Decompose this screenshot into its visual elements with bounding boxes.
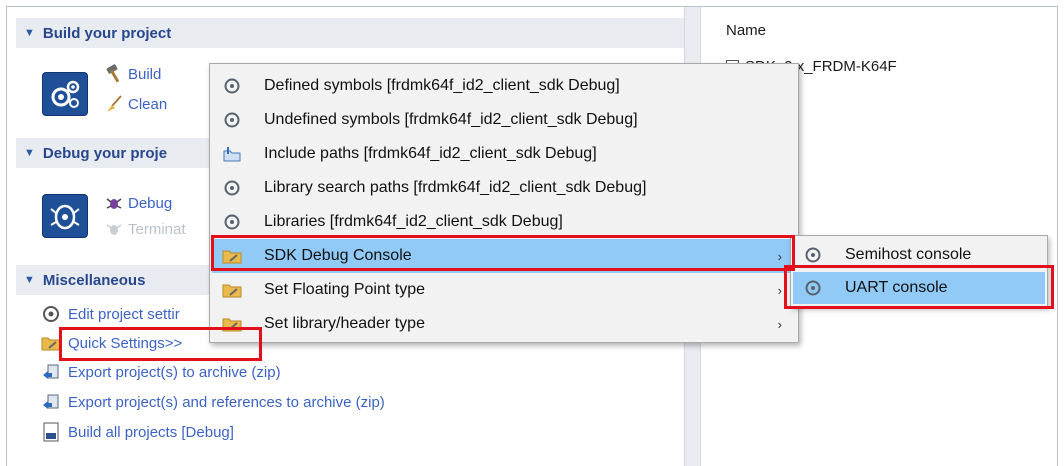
export-references-link[interactable]: Export project(s) and references to arch… [40, 391, 385, 413]
menu-item-label: Set Floating Point type [264, 281, 425, 298]
settings-gear-icon [803, 245, 823, 265]
bug-icon [104, 193, 124, 213]
terminate-action[interactable]: Terminat [104, 219, 186, 239]
export-archive-link[interactable]: Export project(s) to archive (zip) [40, 361, 281, 383]
menu-item-label: Library search paths [frdmk64f_id2_clien… [264, 179, 647, 196]
submenu-item-label: UART console [845, 279, 948, 296]
folder-wrench-icon [40, 333, 62, 353]
folder-wrench-icon [222, 246, 242, 266]
export-icon [40, 392, 62, 412]
misc-label: Export project(s) to archive (zip) [68, 363, 281, 381]
binary-file-icon [40, 422, 62, 442]
menu-item-library-header-type[interactable]: Set library/header type › [212, 307, 796, 341]
submenu-item-semihost-console[interactable]: Semihost console [793, 239, 1045, 271]
menu-item-label: Libraries [frdmk64f_id2_client_sdk Debug… [264, 213, 563, 230]
settings-gear-icon [222, 178, 242, 198]
menu-item-label: Include paths [frdmk64f_id2_client_sdk D… [264, 145, 597, 162]
terminate-icon [104, 219, 124, 239]
export-icon [40, 362, 62, 382]
menu-item-library-search-paths[interactable]: Library search paths [frdmk64f_id2_clien… [212, 171, 796, 205]
submenu: Semihost console UART console [790, 235, 1048, 307]
settings-gear-icon [222, 110, 242, 130]
menu-item-label: SDK Debug Console [264, 247, 412, 264]
terminate-label: Terminat [128, 220, 186, 238]
menu-item-floating-point[interactable]: Set Floating Point type › [212, 273, 796, 307]
submenu-arrow-icon: › [777, 282, 782, 298]
include-path-icon [222, 144, 242, 164]
misc-label: Quick Settings>> [68, 334, 183, 352]
folder-wrench-icon [222, 314, 242, 334]
build-action[interactable]: Build [104, 64, 161, 84]
collapse-triangle-icon[interactable]: ▼ [24, 274, 35, 286]
project-settings-icon [40, 304, 62, 324]
submenu-arrow-icon: › [777, 248, 782, 264]
menu-item-label: Undefined symbols [frdmk64f_id2_client_s… [264, 111, 638, 128]
section-build-header[interactable]: ▼ Build your project [16, 18, 684, 48]
quick-settings-link[interactable]: Quick Settings>> [40, 332, 182, 354]
menu-item-label: Defined symbols [frdmk64f_id2_client_sdk… [264, 77, 620, 94]
hammer-icon [104, 64, 124, 84]
debug-label: Debug [128, 194, 173, 212]
menu-item-include-paths[interactable]: Include paths [frdmk64f_id2_client_sdk D… [212, 137, 796, 171]
collapse-triangle-icon[interactable]: ▼ [24, 27, 35, 39]
debug-action[interactable]: Debug [104, 193, 172, 213]
build-gears-icon[interactable] [42, 72, 88, 116]
broom-icon [104, 94, 124, 114]
section-title: Miscellaneous [42, 271, 146, 289]
section-title: Debug your proje [42, 144, 168, 162]
settings-gear-icon [222, 212, 242, 232]
menu-item-label: Set library/header type [264, 315, 425, 332]
menu-item-sdk-debug-console[interactable]: SDK Debug Console › [212, 239, 796, 273]
misc-label: Edit project settir [68, 305, 180, 323]
build-label: Build [128, 65, 162, 83]
menu-item-undefined-symbols[interactable]: Undefined symbols [frdmk64f_id2_client_s… [212, 103, 796, 137]
clean-action[interactable]: Clean [104, 94, 167, 114]
section-title: Build your project [42, 24, 172, 42]
misc-label: Build all projects [Debug] [68, 423, 234, 441]
build-all-projects-link[interactable]: Build all projects [Debug] [40, 421, 234, 443]
context-menu: Defined symbols [frdmk64f_id2_client_sdk… [209, 63, 799, 343]
settings-gear-icon [803, 278, 823, 298]
submenu-arrow-icon: › [777, 316, 782, 332]
edit-project-settings-link[interactable]: Edit project settir [40, 303, 180, 325]
menu-item-defined-symbols[interactable]: Defined symbols [frdmk64f_id2_client_sdk… [212, 69, 796, 103]
submenu-item-uart-console[interactable]: UART console [793, 272, 1045, 304]
column-header-name[interactable]: Name [726, 22, 766, 39]
settings-gear-icon [222, 76, 242, 96]
clean-label: Clean [128, 95, 168, 113]
folder-wrench-icon [222, 280, 242, 300]
submenu-item-label: Semihost console [845, 246, 972, 263]
menu-item-libraries[interactable]: Libraries [frdmk64f_id2_client_sdk Debug… [212, 205, 796, 239]
collapse-triangle-icon[interactable]: ▼ [24, 147, 35, 159]
misc-label: Export project(s) and references to arch… [68, 393, 385, 411]
debug-bug-icon[interactable] [42, 194, 88, 238]
